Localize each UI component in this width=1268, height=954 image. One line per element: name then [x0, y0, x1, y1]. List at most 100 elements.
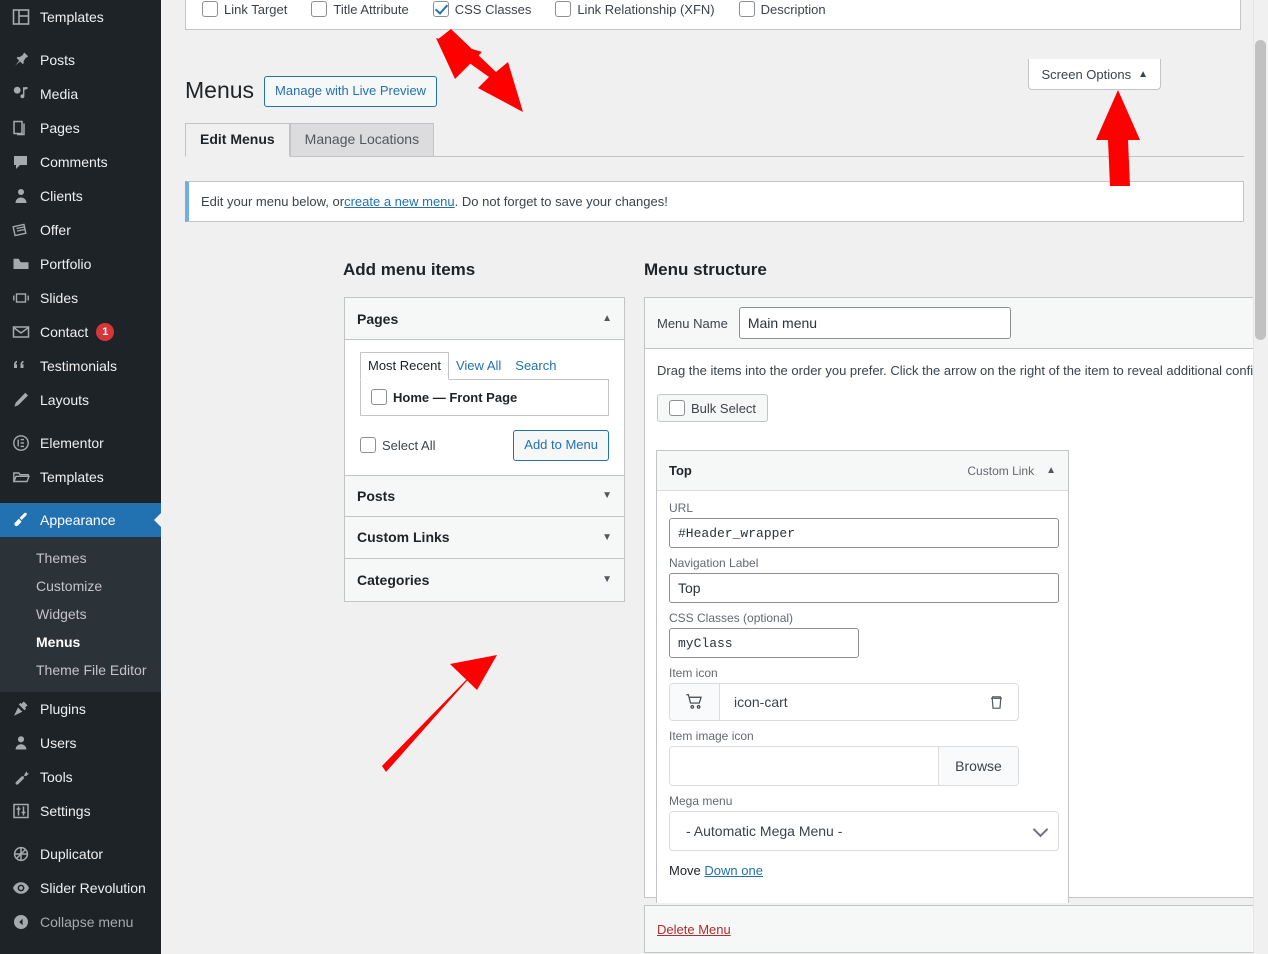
sidebar-item-label: Slider Revolution	[40, 880, 146, 896]
checkbox-box[interactable]	[555, 1, 572, 17]
sidebar-divider	[0, 494, 161, 503]
checkbox-box[interactable]	[202, 1, 218, 17]
tab-edit-menus[interactable]: Edit Menus	[185, 123, 290, 157]
checkbox-description[interactable]: Description	[738, 1, 826, 17]
add-to-menu-button[interactable]: Add to Menu	[513, 430, 609, 461]
screen-options-tab-label: Screen Options	[1041, 66, 1132, 82]
sidebar-subitem-themes[interactable]: Themes	[0, 544, 161, 572]
sidebar-item-layouts[interactable]: Layouts	[0, 383, 161, 417]
sidebar-item-label: Duplicator	[40, 846, 104, 862]
manage-with-live-preview-button[interactable]: Manage with Live Preview	[264, 76, 438, 107]
main-content: Show advanced menu properties Link Targe…	[161, 0, 1268, 954]
field-label-item-image-icon: Item image icon	[669, 729, 754, 743]
checkbox-box[interactable]	[360, 437, 376, 454]
checkbox-box[interactable]	[432, 1, 449, 17]
checkbox-box[interactable]	[311, 1, 328, 17]
url-input[interactable]	[669, 518, 1059, 548]
accordion-header-pages[interactable]: Pages ▲	[345, 298, 624, 340]
create-a-new-menu-link[interactable]: create a new menu	[344, 194, 455, 209]
sidebar-item-plugins[interactable]: Plugins	[0, 692, 161, 726]
sidebar-item-clients[interactable]: Clients	[0, 179, 161, 213]
checkbox-box[interactable]	[371, 389, 387, 405]
offer-icon	[11, 220, 31, 240]
css-classes-input[interactable]	[669, 628, 859, 658]
item-icon-field[interactable]: icon-cart	[669, 683, 1019, 721]
checkbox-box[interactable]	[738, 1, 755, 17]
sidebar-item-posts[interactable]: Posts	[0, 43, 161, 77]
checkbox-link-target[interactable]: Link Target	[202, 1, 287, 17]
navigation-label-input[interactable]	[669, 573, 1059, 603]
pages-tab-most-recent[interactable]: Most Recent	[360, 352, 449, 380]
add-menu-items-title: Add menu items	[343, 260, 476, 279]
checkbox-css-classes[interactable]: CSS Classes	[432, 1, 531, 17]
trash-icon[interactable]	[974, 684, 1018, 720]
menu-name-input[interactable]	[738, 307, 1011, 339]
sidebar-subitem-theme-file-editor[interactable]: Theme File Editor	[0, 656, 161, 684]
sidebar-item-comments[interactable]: Comments	[0, 145, 161, 179]
menu-item-body: URL Navigation Label CSS Classes (option…	[657, 491, 1068, 878]
sidebar-item-tools[interactable]: Tools	[0, 760, 161, 794]
sidebar-item-label: Tools	[40, 769, 73, 785]
page-header: Menus Manage with Live Preview	[185, 76, 438, 107]
slider-revolution-icon	[11, 878, 31, 898]
list-item-label: Home — Front Page	[393, 389, 518, 405]
accordion-header-custom-links[interactable]: Custom Links ▼	[345, 516, 624, 559]
sidebar-item-users[interactable]: Users	[0, 726, 161, 760]
chevron-up-icon: ▲	[1138, 68, 1148, 80]
checkbox-title-attribute[interactable]: Title Attribute	[311, 1, 409, 17]
sidebar-item-templates-top[interactable]: Templates	[0, 0, 161, 34]
sidebar-subitem-menus[interactable]: Menus	[0, 628, 161, 656]
sidebar-item-portfolio[interactable]: Portfolio	[0, 247, 161, 281]
sidebar-item-duplicator[interactable]: Duplicator	[0, 837, 161, 871]
sidebar-item-settings[interactable]: Settings	[0, 794, 161, 828]
status-badge: 1	[96, 323, 115, 341]
sidebar-item-collapse-menu[interactable]: Collapse menu	[0, 905, 161, 939]
menu-name-row: Menu Name	[645, 298, 1268, 349]
field-label-url: URL	[669, 501, 694, 515]
page-scrollbar-track[interactable]	[1253, 0, 1268, 954]
sidebar-item-testimonials[interactable]: Testimonials	[0, 349, 161, 383]
sidebar-item-templates-elementor[interactable]: Templates	[0, 460, 161, 494]
menu-item-header[interactable]: Top Custom Link ▲	[657, 451, 1068, 491]
pages-tab-search[interactable]: Search	[508, 353, 563, 379]
move-down-one-link[interactable]: Down one	[704, 863, 763, 878]
sidebar-item-label: Templates	[40, 469, 104, 485]
accordion-header-posts[interactable]: Posts ▼	[345, 474, 624, 517]
item-image-icon-input[interactable]	[670, 747, 938, 785]
pages-inner-tabs: Most Recent View All Search	[360, 352, 609, 380]
tab-manage-locations[interactable]: Manage Locations	[289, 123, 435, 156]
select-all-checkbox[interactable]: Select All	[360, 437, 435, 454]
sidebar-item-contact[interactable]: Contact 1	[0, 315, 161, 349]
field-label-css-classes: CSS Classes (optional)	[669, 611, 794, 625]
list-item[interactable]: Home — Front Page	[371, 389, 598, 405]
sidebar-item-offer[interactable]: Offer	[0, 213, 161, 247]
sidebar-item-slides[interactable]: Slides	[0, 281, 161, 315]
sidebar-item-slider-revolution[interactable]: Slider Revolution	[0, 871, 161, 905]
screen-options-tab-button[interactable]: Screen Options ▲	[1028, 59, 1161, 90]
checkbox-box[interactable]	[669, 400, 685, 416]
pages-panel-footer: Select All Add to Menu	[360, 430, 609, 461]
sidebar-subitem-customize[interactable]: Customize	[0, 572, 161, 600]
chevron-down-icon: ▼	[602, 574, 612, 586]
sidebar-item-appearance[interactable]: Appearance	[0, 503, 161, 537]
portfolio-icon	[11, 254, 31, 274]
sidebar-item-label: Templates	[40, 9, 104, 25]
sidebar-item-pages[interactable]: Pages	[0, 111, 161, 145]
comment-icon	[11, 152, 31, 172]
page-scrollbar-thumb[interactable]	[1255, 40, 1266, 340]
sidebar-item-elementor[interactable]: Elementor	[0, 426, 161, 460]
mega-menu-select[interactable]: - Automatic Mega Menu -	[669, 811, 1059, 851]
delete-menu-link[interactable]: Delete Menu	[657, 922, 731, 937]
checkbox-link-relationship-xfn[interactable]: Link Relationship (XFN)	[555, 1, 715, 17]
accordion-header-categories[interactable]: Categories ▼	[345, 558, 624, 601]
browse-button[interactable]: Browse	[938, 747, 1018, 785]
pages-tab-view-all[interactable]: View All	[449, 353, 508, 379]
sidebar-subitem-widgets[interactable]: Widgets	[0, 600, 161, 628]
mega-menu-selected-value: - Automatic Mega Menu -	[686, 823, 843, 839]
sidebar-item-media[interactable]: Media	[0, 77, 161, 111]
sidebar-item-label: Comments	[40, 154, 108, 170]
page-title: Menus	[185, 77, 255, 104]
bulk-select-checkbox[interactable]: Bulk Select	[657, 394, 769, 422]
item-image-icon-field[interactable]: Browse	[669, 746, 1019, 786]
pencil-icon	[11, 390, 31, 410]
